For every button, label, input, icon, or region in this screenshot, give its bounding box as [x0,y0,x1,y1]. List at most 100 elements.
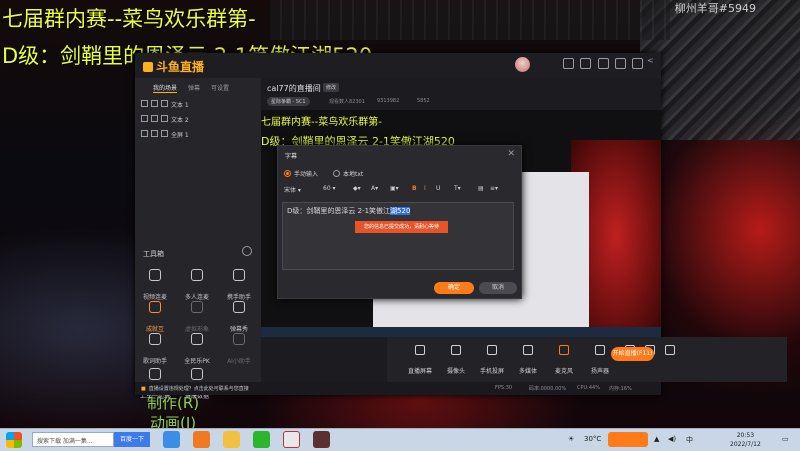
wechat-icon[interactable] [253,431,270,448]
multi-link-icon [191,269,203,281]
screen-capture-button[interactable]: 直播屏幕 [403,345,437,377]
underline-icon[interactable]: U [436,185,440,192]
app-titlebar: 斗鱼直播 < [135,53,661,78]
browser-icon[interactable] [163,431,180,448]
close-icon[interactable]: ✕ [507,149,515,159]
media-button[interactable]: 多媒体 [511,345,545,377]
achievement-icon [149,301,161,313]
status-bar: ■ 直播设置违规处理？点击此处可联系与您直接 FPS:30 码率:0000.00%… [135,382,661,395]
taskbar-search-input[interactable]: 搜索下载 加满一集... [32,432,114,447]
category-badge[interactable]: 星际争霸 · SC1 [267,97,310,106]
network-icon[interactable]: ▲ [654,435,659,443]
douyu-app-icon[interactable] [193,431,210,448]
logo-icon [143,62,153,72]
cancel-button[interactable]: 取消 [479,282,517,294]
assistant-icon [233,269,245,281]
radio-selected-icon [284,170,291,177]
camera-button[interactable]: 摄像头 [439,345,473,377]
radio-local-txt[interactable]: 本地txt [333,169,363,178]
folder-icon[interactable] [223,431,240,448]
eye-icon[interactable] [141,130,148,137]
input-method-icon[interactable]: 中 [686,435,693,445]
more-icon[interactable] [242,246,252,256]
game-top-frame [270,0,670,40]
subtitle-text-input[interactable]: D级：剑鞘里的恩泽云 2-1笑傲江湖520 您的信息已提交成功，请耐心等待 [282,202,514,270]
share-icon[interactable]: < [647,56,658,67]
eye-icon[interactable] [141,115,148,122]
tool-danmu-show[interactable]: 弹幕秀 [219,301,259,335]
tab-my-scene[interactable]: 我的场景 [153,83,178,93]
room-title: cal77的直播间 [267,84,321,93]
lock-icon[interactable] [151,100,158,107]
start-live-button[interactable]: 开始直播(F11) [611,347,654,361]
stat-bitrate: 码率:0000.00% [529,386,567,392]
radio-icon [333,170,340,177]
gear-glyph [665,345,675,355]
text-layer-icon [161,115,168,122]
bold-icon[interactable]: B [412,185,417,192]
monitor-icon [415,345,425,355]
fill-color-icon[interactable]: ◆▾ [353,185,361,192]
stat-memory: 内存:16% [609,386,632,392]
scene-sidebar: 我的场景 弹幕 可设置 文本 1 文本 2 全屏 1 工具箱 视频连麦 多人连麦… [135,78,261,400]
layer-item[interactable]: 全屏 1 [141,130,189,139]
text-color-icon[interactable]: A▾ [371,185,378,192]
italic-icon[interactable]: I [424,185,426,192]
tool-achievement[interactable]: 成就互 [135,301,175,335]
speaker-icon [595,345,605,355]
tool-avatar[interactable]: 虚拟形象 [177,301,217,335]
tab-danmu[interactable]: 弹幕 [188,83,200,92]
tool-video-link[interactable]: 视频连麦 [135,269,175,303]
starcraft-icon[interactable] [313,431,330,448]
violation-notice[interactable]: ■ 直播设置违规处理？点击此处可联系与您直接 [141,385,249,392]
tool-pk[interactable]: 全民乐PK [177,333,217,367]
overlay-title-line1: 七届群内赛--菜鸟欢乐群第- [2,7,256,31]
layout-icon[interactable]: ▤ [478,185,484,192]
layer-item[interactable]: 文本 1 [141,100,189,109]
subtitle-dialog: 字幕 ✕ 手动输入 本地txt 宋体 ▾ 60 ▾ ◆▾ A▾ ▣▾ B I U… [277,145,522,299]
text-style-icon[interactable]: T▾ [454,185,461,192]
start-menu-icon[interactable] [6,432,22,448]
tool-multi-link[interactable]: 多人连麦 [177,269,217,303]
minimize-icon[interactable] [632,58,643,69]
radio-manual-input[interactable]: 手动输入 [284,169,318,178]
lock-icon[interactable] [151,130,158,137]
confirm-button[interactable]: 确定 [434,282,474,294]
bell-icon[interactable] [598,58,609,69]
live-settings-icon[interactable] [663,345,677,358]
baidu-search-button[interactable]: 百度一下 [114,432,150,447]
edit-title-button[interactable]: 修改 [323,83,340,92]
settings-icon[interactable] [615,58,626,69]
align-icon[interactable]: ≡▾ [490,185,498,192]
effects-icon[interactable]: ▣▾ [390,185,399,192]
wps-icon[interactable] [283,431,300,448]
selected-text: 湖520 [390,207,411,215]
stat-cpu: CPU:44% [577,385,600,391]
tool-ai-helper[interactable]: AI小助手 [219,333,259,367]
font-size-select[interactable]: 60 ▾ [323,185,336,192]
lock-icon[interactable] [580,58,591,69]
volume-icon[interactable]: ◀) [668,435,676,443]
stat-fps: FPS:30 [495,385,513,391]
tool-lyrics[interactable]: 歌词助手 [135,333,175,367]
fullscreen-layer-icon [161,130,168,137]
gift-icon[interactable] [563,58,574,69]
lyrics-icon [149,333,161,345]
toolbox-title: 工具箱 [143,250,164,258]
font-select[interactable]: 宋体 ▾ [284,185,301,194]
dialog-title: 字幕 [285,153,298,160]
preview-taskbar [261,327,661,337]
likes-count: 5852 [417,98,430,104]
taskbar-clock[interactable]: 20:53 2022/7/12 [730,431,761,449]
download-icon [191,301,203,313]
layer-item[interactable]: 文本 2 [141,115,189,124]
notification-icon[interactable]: ▭ [782,435,789,443]
avatar[interactable] [515,57,530,72]
tool-assistant[interactable]: 携手助手 [219,269,259,303]
microphone-button[interactable]: 麦克风 [547,345,581,377]
tab-settings[interactable]: 可设置 [211,83,229,92]
tray-app-badge[interactable] [608,432,648,447]
lock-icon[interactable] [151,115,158,122]
phone-cast-button[interactable]: 手机投屏 [475,345,509,377]
eye-icon[interactable] [141,100,148,107]
